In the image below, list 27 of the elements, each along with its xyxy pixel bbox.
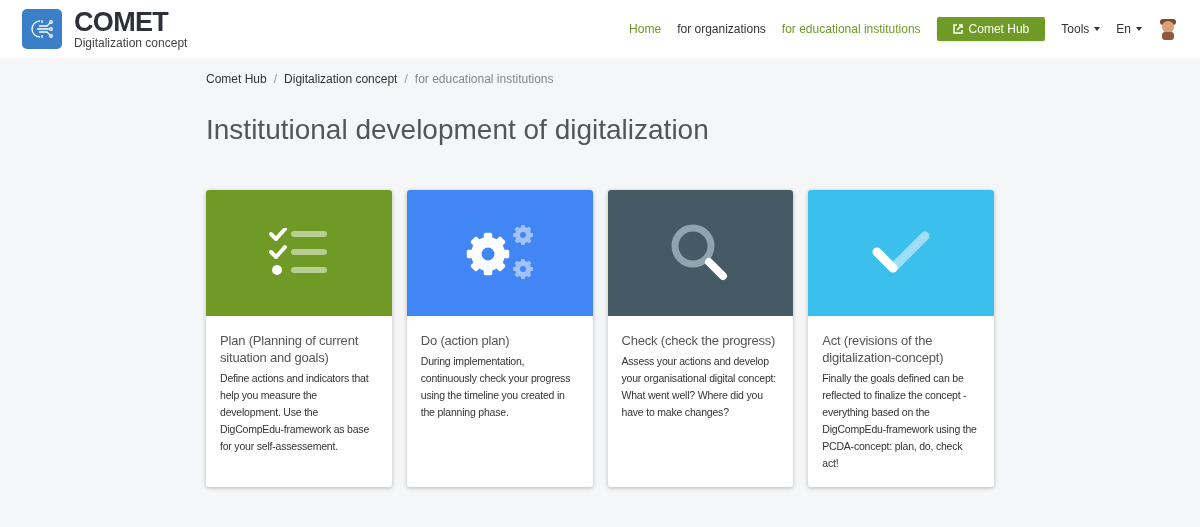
breadcrumb-link[interactable]: Comet Hub (206, 70, 267, 88)
breadcrumb-link[interactable]: Digitalization concept (284, 70, 398, 88)
card-title: Do (action plan) (420, 332, 511, 349)
dropdown-menu[interactable]: Tools (1061, 20, 1101, 38)
card-title: Act (revisions of the digitalization-concept) (822, 332, 945, 366)
breadcrumb-separator: / (404, 71, 408, 88)
card-text: Assess your actions and develop your organisational digital concept: What went well? Where did you have to make changes? (621, 354, 777, 420)
checklist-icon (268, 228, 329, 278)
logo-title: COMET (74, 9, 170, 36)
dropdown-menu[interactable]: En (1116, 20, 1142, 38)
caret-icon (1136, 27, 1142, 31)
avatar-icon[interactable] (1158, 17, 1178, 41)
breadcrumb-current-label: for educational institutions (414, 71, 554, 88)
caret-icon (1094, 27, 1101, 31)
card-title: Check (check the progress) (621, 332, 777, 349)
card-title: Plan (Planning of current situation and goals) (220, 332, 360, 366)
page-heading: Institutional development of digitalization (206, 116, 710, 144)
logo-subtitle: Digitalization concept (74, 37, 188, 49)
card-text: Finally the goals defined can be reflected to finalize the concept - everything based on the DigCompEdu-framework using the PCDA-concept: plan, do, check act! (822, 371, 978, 471)
nav-link[interactable]: for educational institutions (773, 20, 929, 38)
external-link-icon (952, 24, 963, 34)
nav-link[interactable]: for organizations (669, 20, 774, 38)
card-text: Define actions and indicators that help you measure the development. Use the DigCompEdu-framework as base for your self-assessement. (220, 371, 371, 454)
breadcrumb-separator: / (273, 71, 278, 88)
card-text: During implementation, continuously check your progress using the timeline you created in the planning phase. (420, 354, 572, 420)
logo-icon (22, 9, 62, 49)
search-icon (671, 224, 730, 282)
